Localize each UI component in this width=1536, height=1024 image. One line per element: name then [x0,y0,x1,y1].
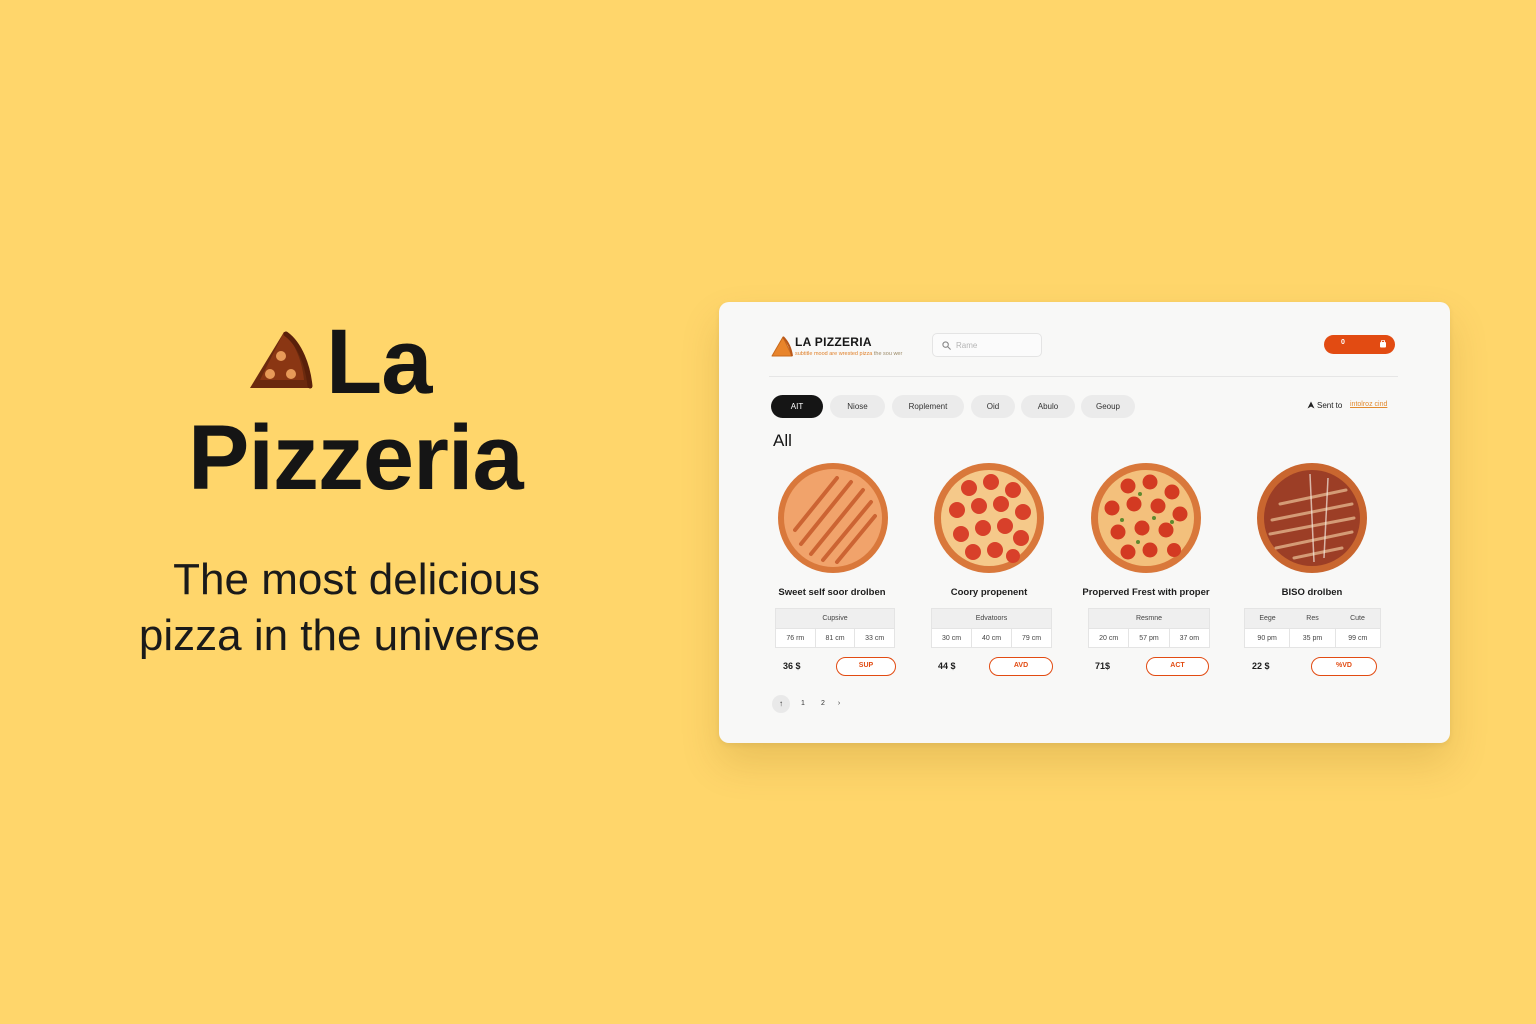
size-option[interactable]: 79 cm [1012,629,1051,648]
size-header: Cute [1350,615,1365,622]
size-option[interactable]: 33 cm [855,629,894,648]
hero-tagline: The most delicious pizza in the universe [138,555,540,660]
pizza-slice-icon[interactable] [771,336,793,358]
product-card: Sweet self soor drolben Cupsive 76 rm 81… [771,460,921,680]
category-chip[interactable]: Abulo [1021,395,1075,418]
size-table: Edvatoors 30 cm 40 cm 79 cm [931,608,1052,648]
section-title: All [773,431,792,450]
add-to-cart-button[interactable]: %VD [1311,657,1377,676]
brand-subtitle-rest: the sou wer [872,351,903,357]
pagination-page[interactable]: 1 [796,695,810,713]
pizza-image[interactable] [1254,460,1370,576]
product-name: Sweet self soor drolben [778,587,886,598]
app-window: LA PIZZERIA subtitle mood are wrested pi… [719,302,1450,743]
size-header: Resmne [1135,615,1163,622]
product-price: 71$ [1095,661,1111,671]
cart-icon [1380,340,1386,348]
hero-title-line2: Pizzeria [188,407,524,509]
size-option[interactable]: 99 cm [1336,629,1380,648]
product-name: Properved Frest with proper [1082,587,1210,598]
category-chip-all[interactable]: AIT [771,395,823,418]
cart-button[interactable]: 0 [1324,335,1395,354]
search-input[interactable] [956,337,1036,354]
size-option[interactable]: 35 pm [1290,629,1336,648]
add-to-cart-button[interactable]: ACT [1146,657,1209,676]
search-box[interactable] [932,333,1042,357]
size-option[interactable]: 90 pm [1245,629,1291,648]
category-chip[interactable]: Niose [830,395,885,418]
size-table: Eege Res Cute 90 pm 35 pm 99 cm [1244,608,1381,648]
hero-title-line1: La [326,311,432,413]
category-chip[interactable]: Geoup [1081,395,1135,418]
pagination-next-button[interactable]: › [832,695,846,713]
pizza-image[interactable] [1088,460,1204,576]
product-card: Properved Frest with proper Resmne 20 cm… [1082,460,1235,680]
category-chip[interactable]: Roplement [892,395,964,418]
product-price: 44 $ [938,661,956,671]
sort-icon [1307,401,1315,409]
header-divider [769,376,1398,377]
pizza-image[interactable] [775,460,891,576]
size-header: Edvatoors [975,615,1008,622]
pagination-prev-button[interactable]: ↑ [772,695,790,713]
cart-count: 0 [1341,339,1345,346]
size-option[interactable]: 40 cm [972,629,1012,648]
product-card: Coory propenent Edvatoors 30 cm 40 cm 79… [929,460,1079,680]
size-option[interactable]: 76 rm [776,629,816,648]
category-chip[interactable]: Oid [971,395,1015,418]
product-price: 22 $ [1252,661,1270,671]
size-header: Eege [1259,615,1276,622]
sort-select[interactable]: intolroz cind [1350,401,1387,408]
add-to-cart-button[interactable]: AVD [989,657,1053,676]
size-header: Cupsive [822,615,848,622]
app-brand-subtitle: subtitle mood are wrested pizza the sou … [795,351,902,357]
add-to-cart-button[interactable]: SUP [836,657,896,676]
size-table: Resmne 20 cm 57 pm 37 om [1088,608,1210,648]
size-option[interactable]: 57 pm [1129,629,1170,648]
size-table: Cupsive 76 rm 81 cm 33 cm [775,608,895,648]
size-header: Res [1306,615,1319,622]
product-card: BISO drolben Eege Res Cute 90 pm 35 pm 9… [1242,460,1392,680]
search-icon [942,341,951,350]
size-option[interactable]: 30 cm [932,629,972,648]
size-option[interactable]: 37 om [1170,629,1209,648]
size-option[interactable]: 20 cm [1089,629,1130,648]
pizza-slice-icon [250,331,313,389]
pagination-page[interactable]: 2 [816,695,830,713]
product-name: BISO drolben [1281,587,1343,598]
app-brand-name[interactable]: LA PIZZERIA [795,335,872,349]
sort-label: Sent to [1317,401,1343,410]
pizza-image[interactable] [931,460,1047,576]
product-name: Coory propenent [950,587,1028,598]
size-option[interactable]: 81 cm [816,629,856,648]
product-price: 36 $ [783,661,801,671]
brand-subtitle-highlight: subtitle mood are wrested pizza [795,351,873,357]
